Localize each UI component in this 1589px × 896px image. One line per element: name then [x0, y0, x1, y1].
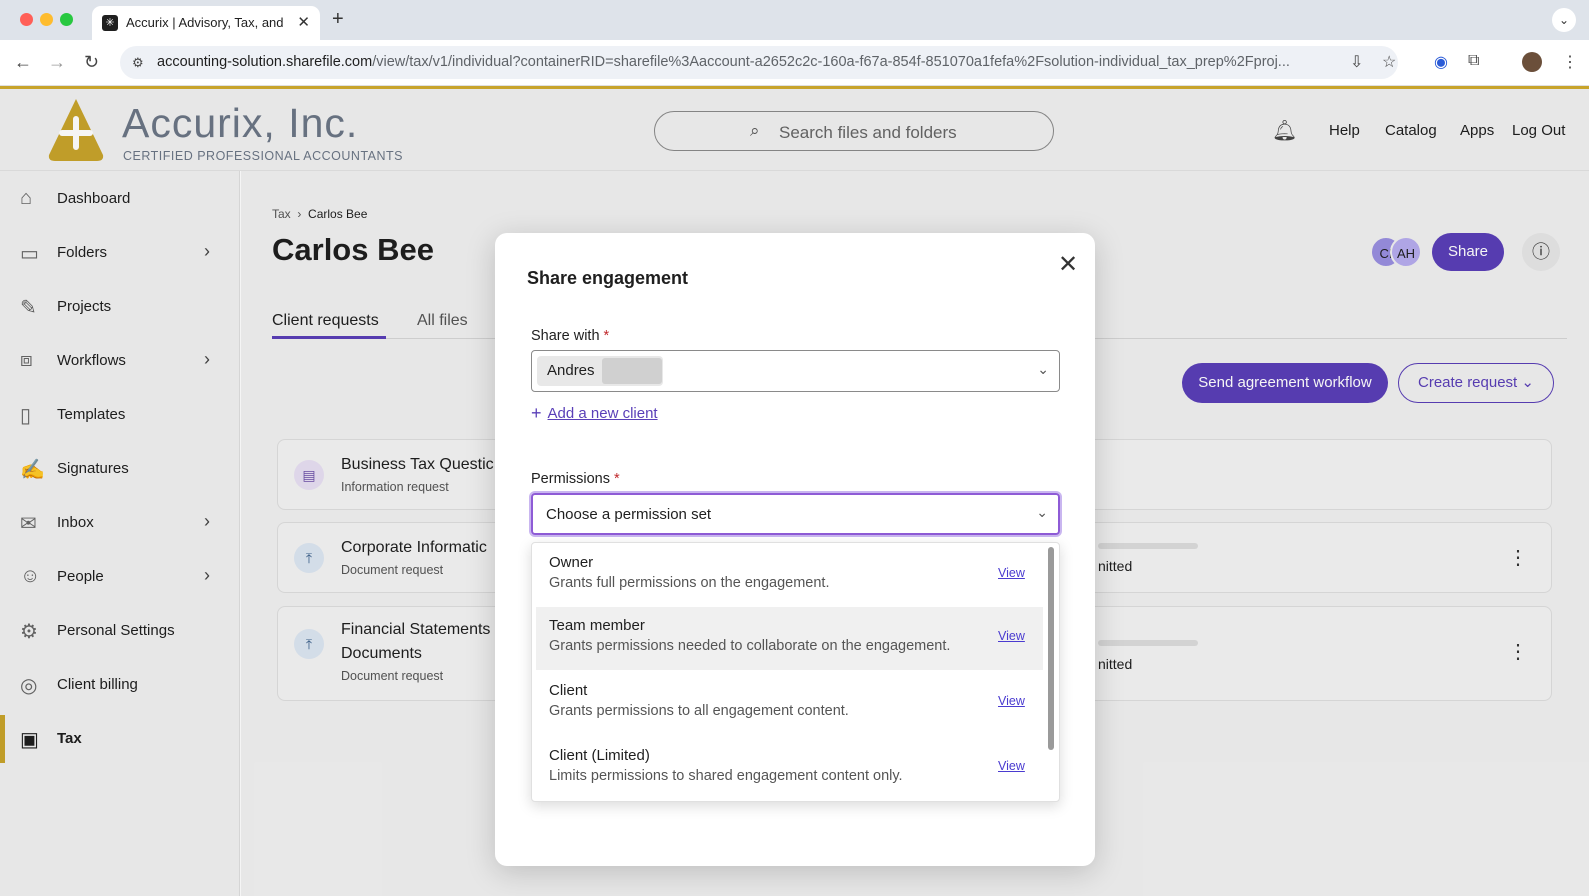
option-name: Owner [549, 554, 594, 571]
install-icon[interactable]: ⇩ [1350, 52, 1363, 72]
maximize-window-button[interactable] [60, 13, 73, 26]
view-link[interactable]: View [998, 694, 1025, 708]
required-marker: * [603, 328, 610, 344]
permissions-placeholder: Choose a permission set [546, 506, 712, 523]
option-client[interactable]: Client Grants permissions to all engagem… [536, 672, 1043, 735]
option-description: Grants permissions to all engagement con… [549, 703, 849, 719]
site-info-icon[interactable]: ⚙ [132, 55, 144, 71]
view-link[interactable]: View [998, 629, 1025, 643]
dialog-title: Share engagement [527, 268, 689, 288]
share-with-select[interactable]: Andres ⌄ [531, 350, 1060, 392]
permissions-dropdown-list: Owner Grants full permissions on the eng… [531, 542, 1060, 802]
password-manager-icon[interactable]: ◉ [1434, 52, 1448, 72]
reload-icon[interactable]: ↻ [84, 52, 99, 73]
forward-icon[interactable]: → [48, 52, 66, 73]
option-owner[interactable]: Owner Grants full permissions on the eng… [536, 544, 1043, 607]
recipient-chip[interactable]: Andres [537, 356, 663, 386]
bookmark-star-icon[interactable]: ☆ [1382, 52, 1396, 72]
browser-tab[interactable]: ✳ Accurix | Advisory, Tax, and A ✕ [92, 6, 320, 40]
option-description: Limits permissions to shared engagement … [549, 768, 903, 784]
tab-title: Accurix | Advisory, Tax, and A [126, 15, 286, 30]
extensions-icon[interactable]: ⧉ [1468, 52, 1479, 70]
option-description: Grants full permissions on the engagemen… [549, 575, 830, 591]
profile-avatar[interactable] [1522, 52, 1542, 72]
permissions-select[interactable]: Choose a permission set ⌄ [531, 493, 1060, 535]
option-name: Client (Limited) [549, 747, 650, 764]
url-host: accounting-solution.sharefile.com [157, 54, 373, 70]
view-link[interactable]: View [998, 566, 1025, 580]
dropdown-scrollbar[interactable] [1048, 547, 1054, 750]
permissions-label: Permissions * [531, 471, 620, 487]
tab-menu-icon[interactable]: ⌄ [1552, 8, 1576, 32]
chevron-down-icon: ⌄ [1037, 361, 1049, 377]
back-icon[interactable]: ← [14, 52, 32, 73]
add-new-client-link[interactable]: + Add a new client [531, 403, 658, 424]
redacted-surname [602, 358, 662, 384]
option-name: Client [549, 682, 588, 699]
view-link[interactable]: View [998, 759, 1025, 773]
option-name: Team member [549, 617, 645, 634]
plus-icon: + [531, 403, 542, 423]
new-tab-icon[interactable]: + [332, 8, 344, 31]
url-path: /view/tax/v1/individual?containerRID=sha… [372, 54, 1290, 70]
option-client-limited[interactable]: Client (Limited) Limits permissions to s… [536, 737, 1043, 800]
option-team-member[interactable]: Team member Grants permissions needed to… [536, 607, 1043, 670]
address-bar[interactable]: ⚙ accounting-solution.sharefile.com/view… [120, 46, 1398, 79]
option-description: Grants permissions needed to collaborate… [549, 638, 951, 654]
required-marker: * [614, 471, 620, 487]
share-with-label: Share with * [531, 328, 610, 344]
close-icon[interactable]: ✕ [1058, 250, 1078, 279]
favicon-icon: ✳ [102, 15, 118, 31]
browser-menu-icon[interactable]: ⋮ [1562, 52, 1578, 72]
close-tab-icon[interactable]: ✕ [297, 13, 310, 31]
recipient-name: Andres [547, 362, 595, 379]
chevron-down-icon: ⌄ [1036, 504, 1048, 520]
close-window-button[interactable] [20, 13, 33, 26]
minimize-window-button[interactable] [40, 13, 53, 26]
